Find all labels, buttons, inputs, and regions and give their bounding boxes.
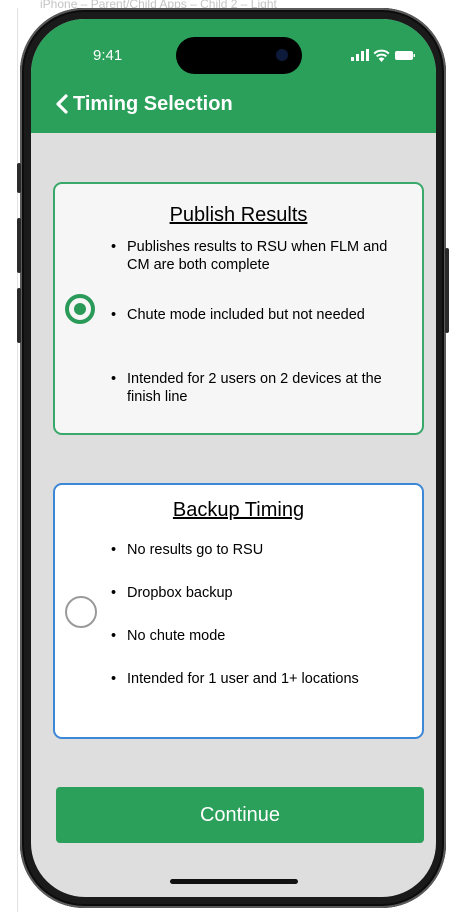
battery-icon <box>395 51 415 60</box>
signal-icon <box>351 49 369 61</box>
option-bullet: Chute mode included but not needed <box>111 306 401 324</box>
volume-up-button <box>17 218 21 273</box>
action-button <box>17 163 21 193</box>
home-indicator <box>170 879 298 884</box>
option-card-backup-timing[interactable]: Backup Timing No results go to RSU Dropb… <box>53 483 424 739</box>
app-header: 9:41 Timing Selection <box>31 19 436 133</box>
option-bullet: No results go to RSU <box>111 541 401 559</box>
dynamic-island <box>176 37 302 74</box>
radio-button-selected[interactable] <box>65 294 95 324</box>
option-title: Publish Results <box>169 204 308 226</box>
option-bullet: No chute mode <box>111 627 401 645</box>
option-bullet: Dropbox backup <box>111 584 401 602</box>
option-bullet: Publishes results to RSU when FLM and CM… <box>111 238 401 274</box>
volume-down-button <box>17 288 21 343</box>
wifi-icon <box>373 49 390 62</box>
camera-icon <box>276 49 288 61</box>
canvas-edge <box>17 8 18 912</box>
page-title: Timing Selection <box>73 92 233 115</box>
power-button <box>445 248 449 333</box>
app-screen: 9:41 Timing Selection Publish Results • … <box>31 19 436 897</box>
option-card-publish-results[interactable]: Publish Results Publishes results to RSU… <box>53 182 424 435</box>
option-title: Backup Timing <box>172 499 305 521</box>
option-bullet: Intended for 2 users on 2 devices at the… <box>111 370 401 406</box>
continue-button[interactable]: Continue <box>56 787 424 843</box>
chevron-left-icon[interactable] <box>55 94 69 114</box>
radio-button-unselected[interactable] <box>65 596 97 628</box>
radio-dot <box>74 303 86 315</box>
option-bullet: Intended for 1 user and 1+ locations <box>111 670 401 688</box>
back-navigation[interactable]: Timing Selection <box>55 89 233 119</box>
status-time: 9:41 <box>93 47 123 64</box>
